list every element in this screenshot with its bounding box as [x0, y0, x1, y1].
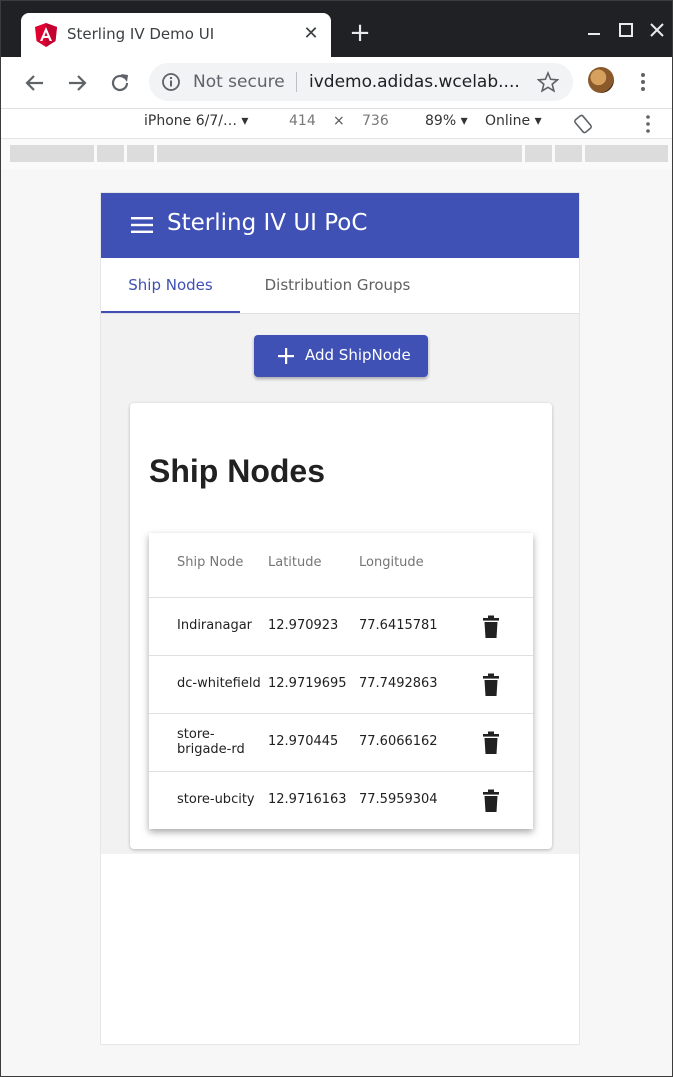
tab-close-icon[interactable]: ✕	[301, 23, 321, 45]
reload-icon[interactable]	[107, 70, 133, 96]
header-latitude: Latitude	[268, 555, 322, 570]
table-row: dc-whitefield 12.9719695 77.7492863	[149, 656, 533, 714]
add-shipnode-button[interactable]: Add ShipNode	[254, 335, 428, 377]
angular-logo-icon	[35, 23, 57, 47]
network-value: Online	[485, 113, 531, 129]
ruler-divider	[582, 145, 585, 162]
bookmark-star-icon[interactable]	[537, 71, 559, 93]
cell-latitude: 12.970923	[268, 618, 339, 633]
tab-content: Add ShipNode Ship Nodes Ship Node Latitu…	[101, 314, 579, 854]
minimize-icon[interactable]	[583, 19, 605, 41]
back-arrow-icon[interactable]	[22, 70, 48, 96]
close-window-icon[interactable]	[646, 19, 668, 41]
ruler-divider	[94, 145, 97, 162]
cell-ship-node: store-brigade-rd	[177, 727, 245, 757]
security-label: Not secure	[193, 72, 285, 92]
cell-longitude: 77.6066162	[359, 734, 438, 749]
ruler-divider	[154, 145, 157, 162]
tab-distribution-groups[interactable]: Distribution Groups	[240, 258, 435, 314]
cell-latitude: 12.9719695	[268, 676, 347, 691]
browser-tab[interactable]: Sterling IV Demo UI ✕	[21, 13, 331, 57]
viewport-width[interactable]: 414	[289, 113, 316, 129]
device-toolbar: iPhone 6/7/… ▾ 414 × 736 89% ▾ Online ▾	[1, 109, 672, 139]
url-text[interactable]: ivdemo.adidas.wcelab....	[309, 72, 520, 92]
card-title: Ship Nodes	[149, 453, 326, 489]
new-tab-icon[interactable]: +	[347, 20, 373, 46]
cell-ship-node: dc-whitefield	[177, 676, 261, 691]
cell-ship-node: Indiranagar	[177, 618, 253, 633]
plus-icon	[278, 348, 294, 364]
delete-icon[interactable]	[481, 731, 501, 755]
hamburger-menu-icon[interactable]	[131, 216, 153, 234]
ruler-divider	[124, 145, 127, 162]
media-query-bar	[1, 139, 672, 169]
cell-ship-node: store-ubcity	[177, 792, 255, 807]
app-toolbar: Sterling IV UI PoC	[101, 193, 579, 258]
device-name: iPhone 6/7/…	[144, 113, 237, 129]
tab-ship-nodes[interactable]: Ship Nodes	[101, 258, 240, 314]
cell-longitude: 77.5959304	[359, 792, 438, 807]
address-separator	[296, 72, 297, 92]
header-longitude: Longitude	[359, 555, 424, 570]
cell-longitude: 77.6415781	[359, 618, 438, 633]
ship-nodes-card: Ship Nodes Ship Node Latitude Longitude …	[130, 403, 552, 849]
device-viewport: Sterling IV UI PoC Ship Nodes Distributi…	[100, 192, 580, 1045]
network-select[interactable]: Online ▾	[485, 113, 542, 129]
browser-window: Sterling IV Demo UI ✕ + Not secure ivdem…	[0, 0, 673, 1077]
browser-titlebar: Sterling IV Demo UI ✕ +	[1, 1, 672, 57]
ruler-divider	[522, 145, 525, 162]
media-query-ruler[interactable]	[10, 145, 668, 162]
info-icon[interactable]	[161, 72, 181, 92]
device-menu-icon[interactable]	[641, 114, 655, 134]
ship-nodes-table: Ship Node Latitude Longitude Indiranagar…	[149, 533, 533, 829]
device-select[interactable]: iPhone 6/7/… ▾	[144, 113, 248, 129]
tab-bar: Ship Nodes Distribution Groups	[101, 258, 579, 314]
zoom-select[interactable]: 89% ▾	[425, 113, 468, 129]
table-header: Ship Node Latitude Longitude	[149, 533, 533, 598]
table-row: store-ubcity 12.9716163 77.5959304	[149, 772, 533, 830]
rotate-icon[interactable]	[573, 114, 593, 134]
delete-icon[interactable]	[481, 789, 501, 813]
ruler-divider	[552, 145, 555, 162]
active-tab-indicator	[101, 311, 240, 313]
cell-latitude: 12.9716163	[268, 792, 347, 807]
browser-menu-icon[interactable]	[634, 69, 652, 95]
table-row: Indiranagar 12.970923 77.6415781	[149, 598, 533, 656]
app-title: Sterling IV UI PoC	[167, 210, 368, 236]
address-bar[interactable]: Not secure ivdemo.adidas.wcelab....	[149, 63, 573, 101]
zoom-value: 89%	[425, 113, 457, 129]
add-shipnode-label: Add ShipNode	[305, 346, 411, 364]
tab-title: Sterling IV Demo UI	[67, 25, 215, 43]
delete-icon[interactable]	[481, 673, 501, 697]
viewport-height[interactable]: 736	[362, 113, 389, 129]
cell-longitude: 77.7492863	[359, 676, 438, 691]
delete-icon[interactable]	[481, 615, 501, 639]
table-row: store-brigade-rd 12.970445 77.6066162	[149, 714, 533, 772]
profile-avatar[interactable]	[588, 67, 614, 93]
dimension-times: ×	[333, 113, 345, 129]
maximize-icon[interactable]	[615, 19, 637, 41]
cell-latitude: 12.970445	[268, 734, 339, 749]
header-ship-node: Ship Node	[177, 555, 244, 570]
forward-arrow-icon[interactable]	[64, 70, 90, 96]
browser-toolbar: Not secure ivdemo.adidas.wcelab....	[1, 57, 672, 109]
